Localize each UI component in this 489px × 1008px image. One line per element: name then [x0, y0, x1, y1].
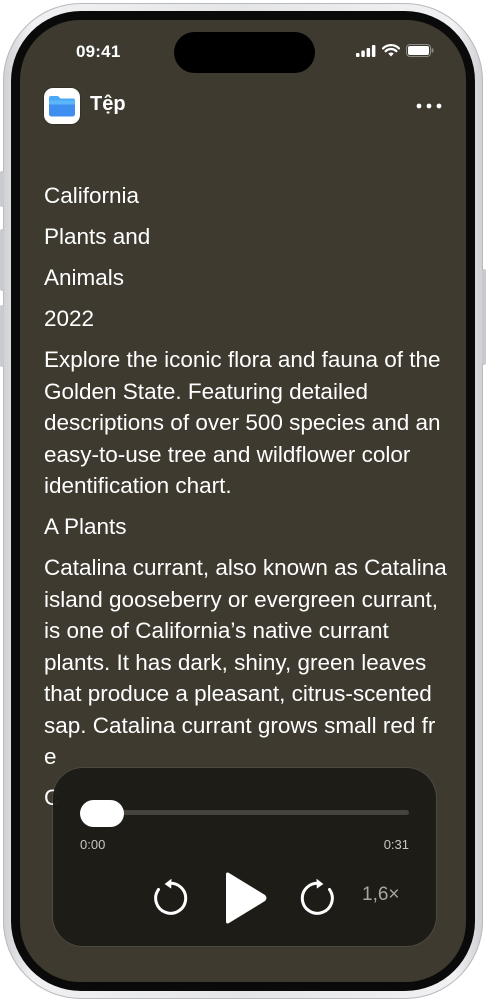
progress-thumb[interactable]: [80, 800, 124, 827]
doc-paragraph: Catalina currant, also known as Catalina…: [44, 555, 447, 738]
duration-time: 0:31: [383, 837, 409, 852]
files-app-icon[interactable]: [44, 88, 80, 124]
doc-line: California: [44, 183, 140, 208]
volume-down-button: [0, 305, 4, 367]
wifi-icon: [382, 44, 400, 57]
elapsed-time: 0:00: [80, 837, 106, 852]
status-icons: [356, 44, 434, 57]
power-button: [482, 269, 486, 365]
doc-line: Plants and: [44, 224, 151, 249]
screen: 09:41 Tệp California Plants and Animals …: [20, 20, 466, 982]
doc-line: 2022: [44, 306, 95, 331]
doc-heading: A Plants: [44, 514, 127, 539]
app-title: Tệp: [90, 93, 126, 115]
dynamic-island: [174, 32, 315, 73]
skip-back-icon: [154, 878, 188, 915]
play-icon: [226, 872, 267, 924]
more-icon: [416, 103, 442, 109]
skip-forward-icon: [300, 878, 334, 915]
doc-paragraph: Explore the iconic flora and fauna of th…: [44, 347, 441, 498]
volume-up-button: [0, 229, 4, 291]
document-content: California Plants and Animals 2022 Explo…: [44, 180, 454, 823]
skip-forward-button[interactable]: [298, 878, 336, 916]
battery-icon: [406, 44, 434, 57]
playback-speed-button[interactable]: 1,6×: [362, 884, 400, 906]
signal-icon: [356, 44, 376, 57]
status-time: 09:41: [76, 42, 121, 61]
doc-line: Animals: [44, 265, 125, 290]
status-bar: 09:41: [20, 20, 466, 84]
progress-track[interactable]: [80, 810, 409, 815]
app-header: Tệp: [44, 88, 444, 124]
audio-player: 0:00 0:31 1,6×: [53, 768, 436, 946]
more-button[interactable]: [414, 96, 444, 116]
skip-back-button[interactable]: [152, 878, 190, 916]
action-button: [0, 171, 4, 207]
play-button[interactable]: [219, 870, 269, 926]
